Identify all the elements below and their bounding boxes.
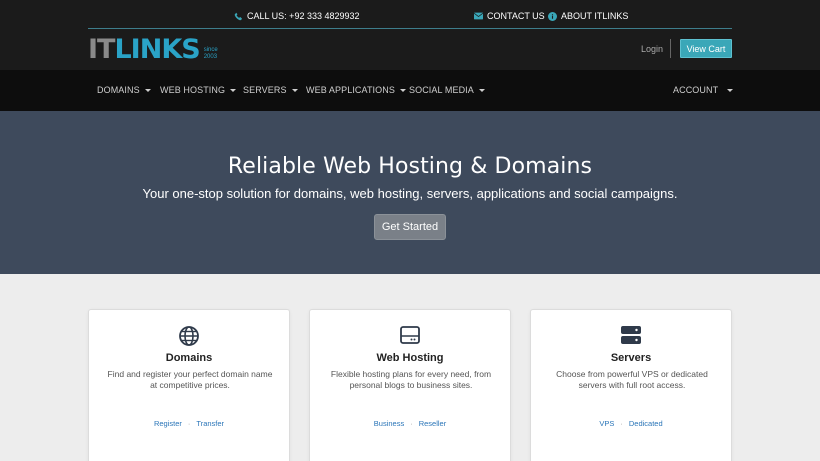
hard-drive-icon	[310, 326, 510, 344]
info-icon	[548, 11, 557, 21]
phone-text: CALL US: +92 333 4829932	[247, 11, 360, 21]
reseller-link[interactable]: Reseller	[419, 419, 447, 428]
register-link[interactable]: Register	[154, 419, 182, 428]
caret-down-icon	[727, 88, 734, 92]
card-description: Choose from powerful VPS or dedicated se…	[556, 369, 708, 390]
itlinks-logo[interactable]: IT LINKS since 2003	[88, 35, 218, 63]
server-icon	[531, 326, 731, 344]
nav-web-applications-label: WEB APPLICATIONS	[306, 85, 395, 95]
caret-down-icon	[230, 88, 237, 92]
hero-title: Reliable Web Hosting & Domains	[227, 154, 593, 179]
business-link[interactable]: Business	[374, 419, 404, 428]
nav-domains-label: DOMAINS	[97, 85, 140, 95]
servers-card: Servers Choose from powerful VPS or dedi…	[530, 309, 732, 461]
card-title: Servers	[610, 352, 652, 364]
nav-servers[interactable]: SERVERS	[243, 85, 298, 95]
card-links: VPS · Dedicated	[531, 419, 731, 428]
about-text: ABOUT ITLINKS	[561, 11, 629, 21]
nav-web-hosting[interactable]: WEB HOSTING	[160, 85, 237, 95]
link-separator: ·	[410, 419, 413, 428]
envelope-icon	[474, 12, 483, 20]
card-description: Find and register your perfect domain na…	[107, 369, 273, 390]
view-cart-button[interactable]: View Cart	[680, 39, 732, 58]
nav-domains[interactable]: DOMAINS	[97, 85, 151, 95]
nav-social-media[interactable]: SOCIAL MEDIA	[409, 85, 485, 95]
nav-servers-label: SERVERS	[243, 85, 287, 95]
get-started-button[interactable]: Get Started	[374, 214, 446, 240]
globe-icon	[89, 326, 289, 346]
caret-down-icon	[478, 88, 485, 92]
card-title: Domains	[165, 352, 213, 364]
nav-social-media-label: SOCIAL MEDIA	[409, 85, 474, 95]
caret-down-icon	[399, 88, 406, 92]
card-links: Business · Reseller	[310, 419, 510, 428]
card-title: Web Hosting	[376, 352, 444, 364]
call-us-link[interactable]: CALL US: +92 333 4829932	[234, 11, 360, 21]
link-separator: ·	[187, 419, 191, 428]
logo-since-year: 2003	[203, 54, 218, 60]
logo-links: LINKS	[114, 34, 200, 65]
logo-it: IT	[88, 34, 115, 65]
vps-link[interactable]: VPS	[599, 419, 614, 428]
caret-down-icon	[291, 88, 298, 92]
nav-web-applications[interactable]: WEB APPLICATIONS	[306, 85, 406, 95]
card-links: Register · Transfer	[89, 419, 289, 428]
header-divider	[670, 39, 671, 58]
top-info-bar: CALL US: +92 333 4829932 CONTACT US ABOU…	[88, 0, 732, 29]
nav-web-hosting-label: WEB HOSTING	[160, 85, 226, 95]
main-nav: DOMAINS WEB HOSTING SERVERS WEB APPLICAT…	[0, 70, 820, 111]
card-description: Flexible hosting plans for every need, f…	[330, 369, 492, 390]
phone-icon	[234, 12, 242, 20]
nav-account-label: ACCOUNT	[673, 85, 719, 95]
contact-text: CONTACT US	[487, 11, 545, 21]
hero-banner: Reliable Web Hosting & Domains Your one-…	[0, 111, 820, 274]
hero-subtitle: Your one-stop solution for domains, web …	[142, 186, 678, 201]
domains-card: Domains Find and register your perfect d…	[88, 309, 290, 461]
nav-account[interactable]: ACCOUNT	[673, 85, 734, 95]
login-link[interactable]: Login	[641, 44, 663, 54]
link-separator: ·	[620, 419, 623, 428]
caret-down-icon	[144, 88, 151, 92]
transfer-link[interactable]: Transfer	[196, 419, 224, 428]
logo-since: since 2003	[204, 47, 218, 61]
logo-since-label: since	[203, 47, 218, 53]
web-hosting-card: Web Hosting Flexible hosting plans for e…	[309, 309, 511, 461]
contact-us-link[interactable]: CONTACT US	[474, 11, 545, 21]
top-header: CALL US: +92 333 4829932 CONTACT US ABOU…	[0, 0, 820, 70]
about-link[interactable]: ABOUT ITLINKS	[548, 11, 628, 21]
dedicated-link[interactable]: Dedicated	[629, 419, 663, 428]
